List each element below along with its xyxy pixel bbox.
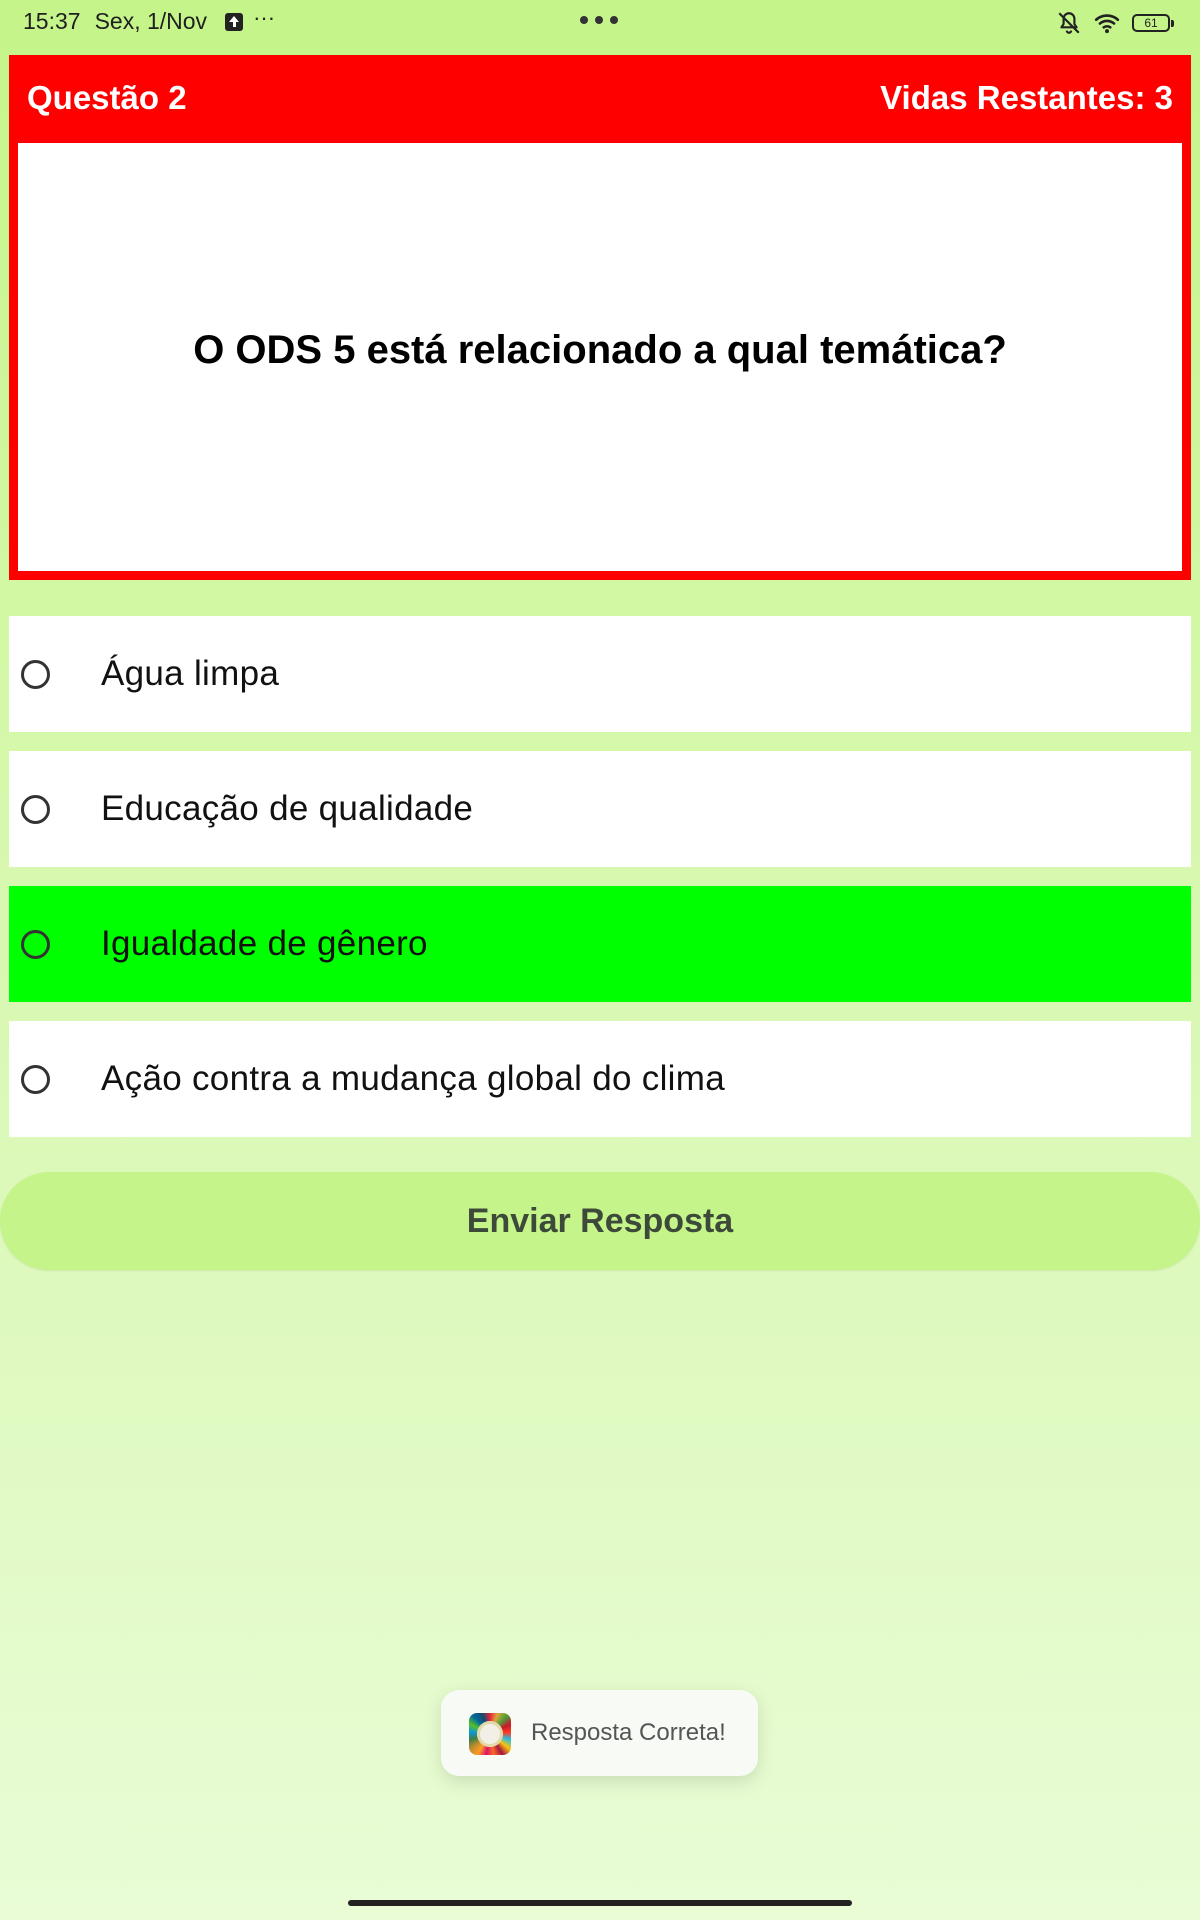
submit-answer-button[interactable]: Enviar Resposta bbox=[0, 1172, 1200, 1270]
option-label: Igualdade de gênero bbox=[101, 924, 428, 963]
option-label: Educação de qualidade bbox=[101, 789, 474, 828]
option-label: Ação contra a mudança global do clima bbox=[101, 1059, 725, 1098]
option-acao-contra-mudanca-clima[interactable]: Ação contra a mudança global do clima bbox=[9, 1021, 1191, 1137]
status-time: 15:37 bbox=[23, 8, 81, 34]
quiz-header: Questão 2 Vidas Restantes: 3 bbox=[9, 55, 1191, 143]
status-left: 15:37 Sex, 1/Nov ··· bbox=[23, 4, 276, 35]
lives-remaining: Vidas Restantes: 3 bbox=[880, 79, 1173, 116]
radio-button[interactable] bbox=[21, 929, 50, 959]
option-igualdade-de-genero[interactable]: Igualdade de gênero bbox=[9, 886, 1191, 1002]
upload-icon bbox=[225, 12, 244, 31]
option-agua-limpa[interactable]: Água limpa bbox=[9, 616, 1191, 732]
bell-off-icon bbox=[1058, 12, 1080, 34]
status-bar: 15:37 Sex, 1/Nov ··· 61 bbox=[0, 0, 1200, 46]
more-icon: ··· bbox=[253, 4, 276, 30]
option-educacao-de-qualidade[interactable]: Educação de qualidade bbox=[9, 751, 1191, 867]
app-icon bbox=[469, 1713, 511, 1755]
radio-button[interactable] bbox=[21, 794, 50, 824]
question-card: O ODS 5 está relacionado a qual temática… bbox=[9, 143, 1191, 580]
battery-icon: 61 bbox=[1132, 14, 1174, 32]
home-indicator[interactable] bbox=[348, 1900, 852, 1906]
question-number: Questão 2 bbox=[27, 79, 187, 116]
radio-button[interactable] bbox=[21, 659, 50, 689]
option-label: Água limpa bbox=[101, 654, 280, 693]
toast-notification: Resposta Correta! bbox=[441, 1690, 758, 1776]
wifi-icon bbox=[1094, 14, 1120, 34]
multitask-dots-icon[interactable] bbox=[580, 16, 618, 24]
question-text: O ODS 5 está relacionado a qual temática… bbox=[193, 327, 1007, 372]
radio-button[interactable] bbox=[21, 1064, 50, 1094]
status-right: 61 bbox=[1056, 10, 1174, 36]
toast-text: Resposta Correta! bbox=[531, 1719, 726, 1746]
status-date: Sex, 1/Nov bbox=[94, 8, 208, 34]
